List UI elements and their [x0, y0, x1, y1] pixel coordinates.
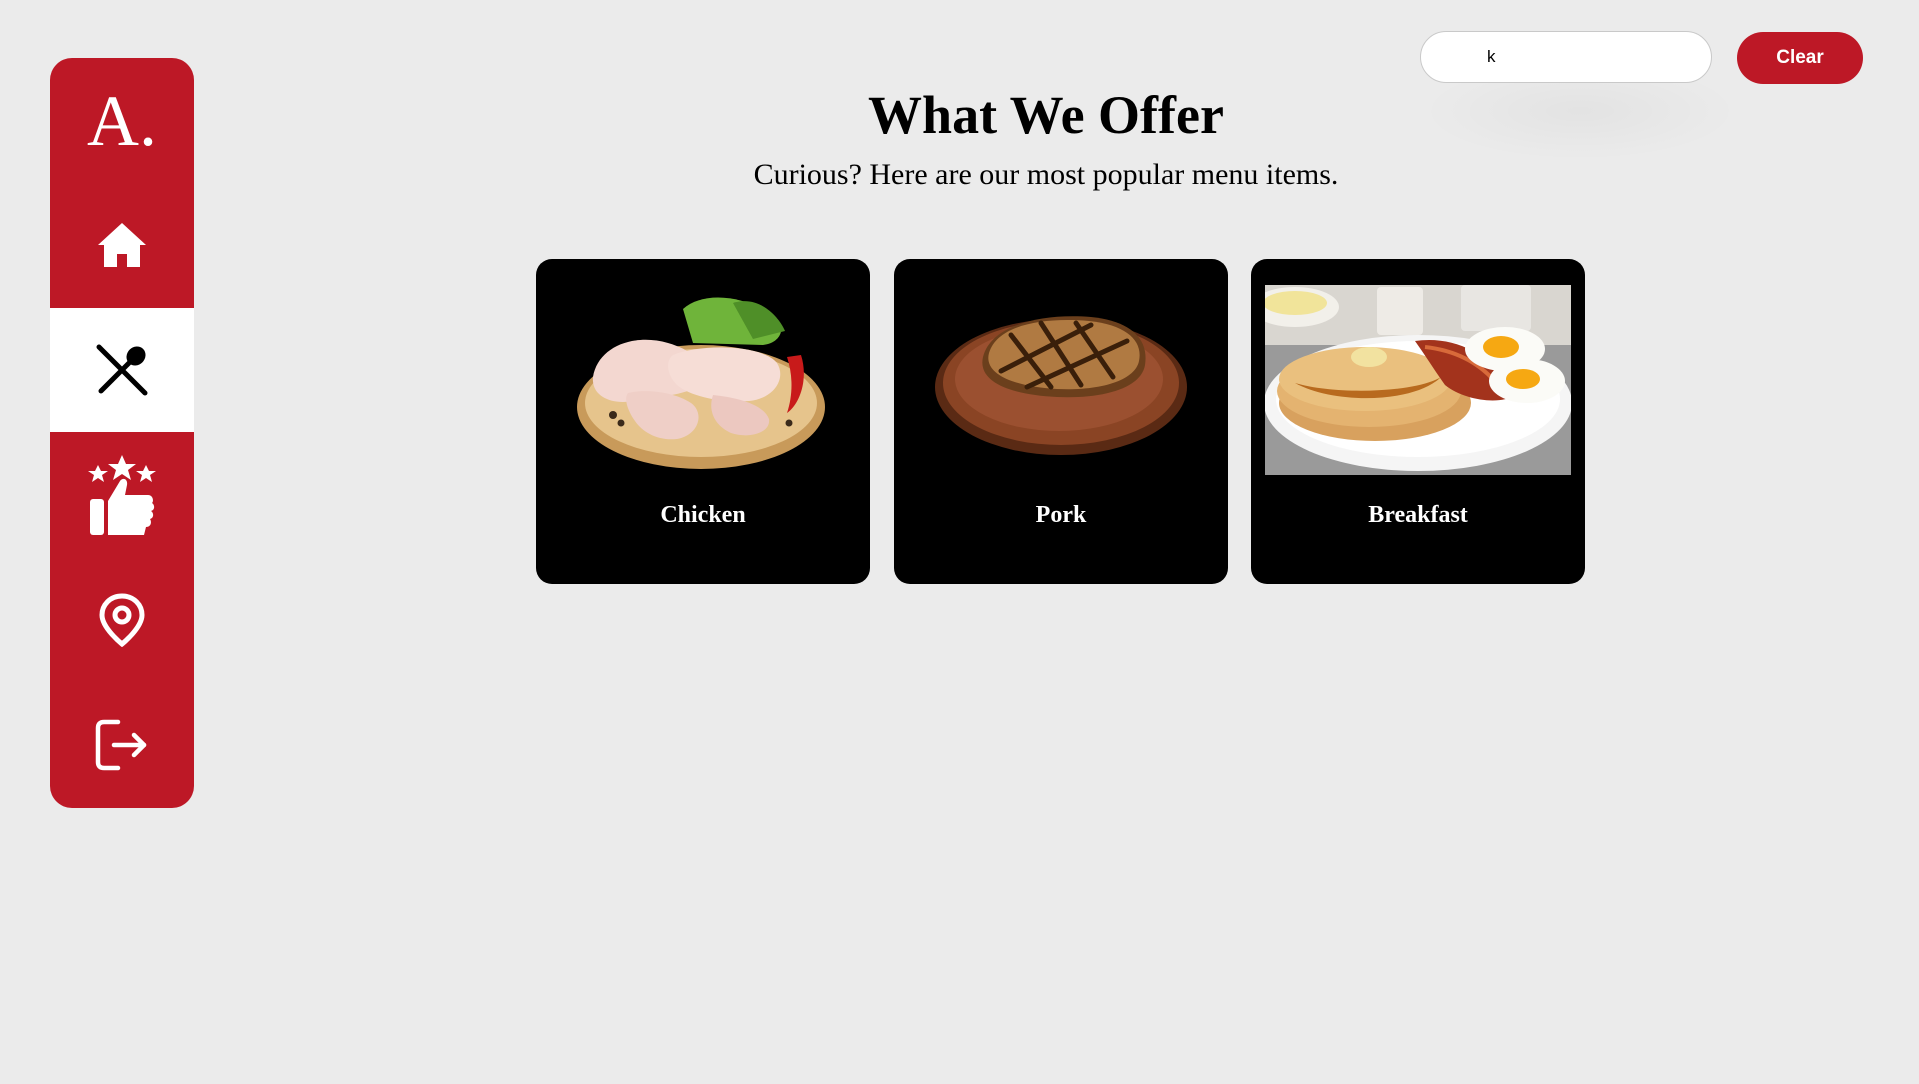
sidebar-item-home[interactable]: [50, 183, 194, 307]
menu-card-chicken[interactable]: Chicken: [536, 259, 870, 584]
sidebar: A.: [50, 58, 194, 808]
logout-icon: [94, 718, 150, 772]
page-subtitle: Curious? Here are our most popular menu …: [753, 158, 1339, 191]
sidebar-item-reviews[interactable]: [50, 433, 194, 557]
sidebar-item-location[interactable]: [50, 558, 194, 682]
sidebar-item-logout[interactable]: [50, 683, 194, 807]
card-label: Breakfast: [1368, 502, 1468, 528]
clear-button[interactable]: Clear: [1737, 32, 1863, 84]
chicken-image: [550, 285, 856, 475]
menu-card-pork[interactable]: Pork: [894, 259, 1228, 584]
pork-image: [908, 285, 1214, 475]
search-container: [1420, 31, 1740, 161]
search-input[interactable]: [1420, 31, 1712, 83]
sidebar-item-menu[interactable]: [50, 308, 194, 432]
card-label: Pork: [1035, 502, 1087, 528]
thumbs-up-stars-icon: [86, 453, 158, 537]
card-label: Chicken: [660, 502, 746, 528]
page-title: What We Offer: [868, 85, 1224, 145]
map-pin-icon: [98, 593, 146, 647]
menu-card-breakfast[interactable]: Breakfast: [1251, 259, 1585, 584]
breakfast-image: [1265, 285, 1571, 475]
fork-spoon-icon: [96, 344, 148, 396]
logo[interactable]: A.: [50, 58, 194, 183]
home-icon: [96, 219, 148, 271]
